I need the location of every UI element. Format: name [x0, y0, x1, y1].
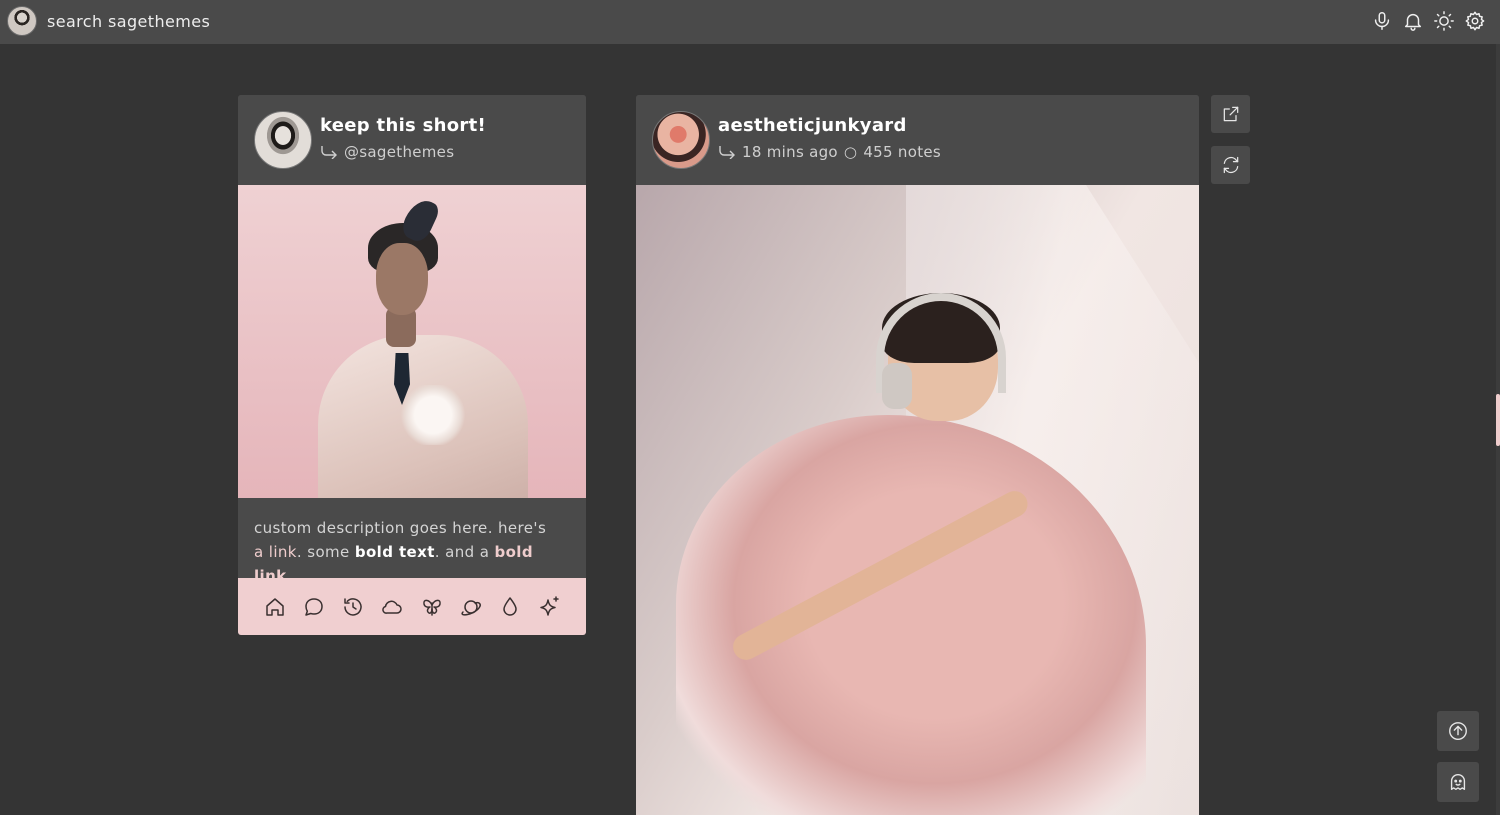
history-icon[interactable] — [341, 595, 365, 619]
microphone-icon[interactable] — [1371, 10, 1393, 32]
post-header: aestheticjunkyard 18 mins ago ○ 455 note… — [636, 95, 1199, 185]
chat-bubble-icon[interactable] — [302, 595, 326, 619]
post-title: keep this short! — [320, 115, 487, 136]
scrollbar-thumb[interactable] — [1496, 394, 1500, 446]
refresh-icon — [1223, 156, 1238, 174]
gear-icon[interactable] — [1464, 10, 1486, 32]
post-description: custom description goes here. here's a l… — [254, 519, 547, 585]
top-bar: search sagethemes — [0, 0, 1500, 44]
post-card-photo: aestheticjunkyard 18 mins ago ○ 455 note… — [636, 95, 1199, 815]
sparkle-icon[interactable] — [537, 595, 561, 619]
figure-flower — [398, 385, 468, 445]
bell-icon[interactable] — [1402, 10, 1424, 32]
post-image — [238, 185, 586, 498]
sun-icon[interactable] — [1433, 10, 1455, 32]
ghost-button[interactable] — [1437, 762, 1479, 802]
handle-text: @sagethemes — [344, 143, 455, 161]
arrow-up-circle-icon — [1449, 722, 1467, 740]
droplet-icon[interactable] — [498, 595, 522, 619]
reblog-arrow-icon — [719, 146, 735, 159]
post-handle[interactable]: @sagethemes — [320, 143, 454, 161]
post-card-text: keep this short! @sagethemes custom desc… — [238, 95, 586, 635]
post-notes[interactable]: 455 notes — [863, 143, 941, 161]
ghost-icon — [1450, 773, 1466, 791]
scroll-top-button[interactable] — [1437, 711, 1479, 751]
planet-icon[interactable] — [459, 595, 483, 619]
avatar[interactable] — [254, 111, 312, 169]
refresh-button[interactable] — [1211, 146, 1250, 184]
external-link-button[interactable] — [1211, 95, 1250, 133]
post-image — [636, 185, 1199, 815]
avatar[interactable] — [652, 111, 710, 169]
external-link-icon — [1223, 106, 1238, 122]
reblog-arrow-icon — [321, 146, 337, 159]
post-header: keep this short! @sagethemes — [238, 95, 586, 185]
post-time[interactable]: 18 mins ago — [742, 143, 838, 161]
home-icon[interactable] — [263, 595, 287, 619]
avatar[interactable] — [7, 6, 37, 36]
topbar-icons — [1371, 10, 1486, 32]
butterfly-icon[interactable] — [420, 595, 444, 619]
meta-separator: ○ — [843, 143, 858, 161]
icon-bar — [238, 578, 586, 635]
figure-face — [376, 243, 428, 315]
post-username[interactable]: aestheticjunkyard — [718, 115, 907, 136]
cloud-icon[interactable] — [380, 595, 404, 619]
description-link[interactable]: a link — [254, 543, 297, 561]
post-meta: 18 mins ago ○ 455 notes — [718, 143, 941, 161]
search-input[interactable]: search sagethemes — [47, 12, 210, 31]
headphone-cup — [882, 363, 912, 409]
